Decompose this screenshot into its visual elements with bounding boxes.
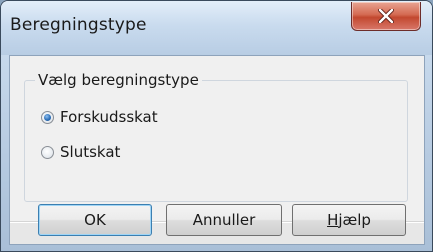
- radio-label-forskudsskat: Forskudsskat: [60, 108, 158, 126]
- close-icon: [378, 9, 394, 23]
- cancel-button[interactable]: Annuller: [166, 204, 282, 236]
- group-legend: Vælg beregningstype: [35, 71, 202, 89]
- help-mnemonic: H: [327, 211, 339, 229]
- window-title: Beregningstype: [10, 15, 147, 35]
- close-button[interactable]: [351, 2, 421, 31]
- dialog-client-area: Vælg beregningstype Forskudsskat Slutska…: [9, 55, 425, 245]
- calculation-type-group: Vælg beregningstype: [24, 71, 408, 202]
- ok-button[interactable]: OK: [38, 204, 152, 236]
- radio-selected-icon[interactable]: [41, 110, 54, 124]
- dialog-window: Beregningstype Vælg beregningstype Forsk…: [0, 0, 433, 252]
- radio-unselected-icon[interactable]: [41, 145, 54, 159]
- radio-option-forskudsskat[interactable]: Forskudsskat: [41, 107, 158, 127]
- radio-option-slutskat[interactable]: Slutskat: [41, 142, 120, 162]
- help-label-rest: jælp: [338, 211, 371, 229]
- title-bar[interactable]: Beregningstype: [1, 1, 432, 55]
- radio-label-slutskat: Slutskat: [60, 143, 121, 161]
- help-button[interactable]: Hjælp: [292, 204, 406, 236]
